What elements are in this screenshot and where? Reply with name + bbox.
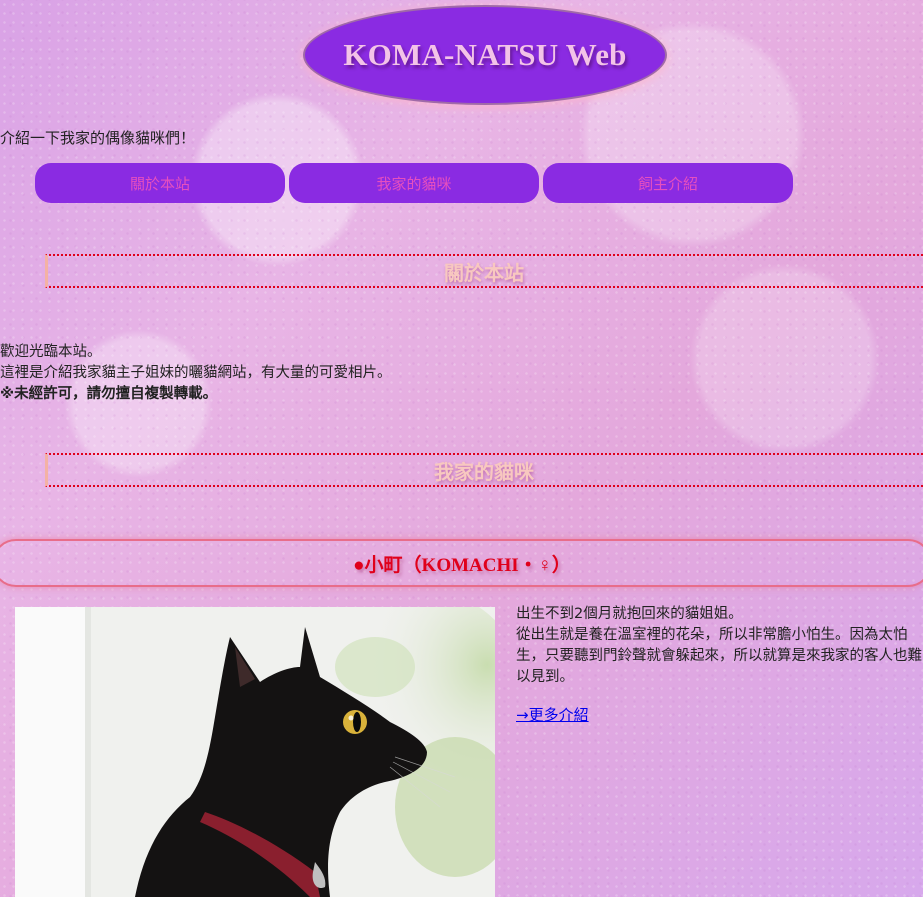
about-heading-text: 關於本站 [444,260,524,285]
cat-desc-line1: 出生不到2個月就抱回來的貓姐姐。 [516,606,743,622]
main-nav: 關於本站 我家的貓咪 飼主介紹 [35,163,793,203]
about-line-welcome: 歡迎光臨本站。 [0,344,102,360]
site-title: KOMA-NATSU Web [343,37,627,72]
more-info-link[interactable]: →更多介紹 [516,704,589,725]
cat-title-box: ●小町（KOMACHI・♀） [0,539,923,587]
cats-section-heading: 我家的貓咪 [45,453,923,487]
cat-desc-line2: 從出生就是養在溫室裡的花朵，所以非常膽小怕生。因為太怕 [516,627,908,643]
about-section-heading: 關於本站 [45,254,923,288]
cat-name: ●小町（KOMACHI・♀） [353,554,571,576]
cat-photo-image [15,607,495,897]
about-line-description: 這裡是介紹我家貓主子姐妹的曬貓網站，有大量的可愛相片。 [0,365,392,381]
cat-desc-line4: 以見到。 [516,669,574,685]
cats-heading-text: 我家的貓咪 [434,459,534,484]
cat-photo [15,607,495,897]
about-line-copyright: ※未經許可，請勿擅自複製轉載。 [0,386,218,402]
about-text: 歡迎光臨本站。 這裡是介紹我家貓主子姐妹的曬貓網站，有大量的可愛相片。 ※未經許… [0,342,392,405]
cat-desc-line3: 生，只要聽到門鈴聲就會躲起來，所以就算是來我家的客人也難 [516,648,922,664]
nav-about-button[interactable]: 關於本站 [35,163,285,203]
site-logo[interactable]: KOMA-NATSU Web [303,5,667,105]
cat-description: 出生不到2個月就抱回來的貓姐姐。 從出生就是養在溫室裡的花朵，所以非常膽小怕生。… [516,604,923,688]
nav-owner-button[interactable]: 飼主介紹 [543,163,793,203]
nav-cats-button[interactable]: 我家的貓咪 [289,163,539,203]
intro-text: 介紹一下我家的偶像貓咪們！ [0,129,196,147]
